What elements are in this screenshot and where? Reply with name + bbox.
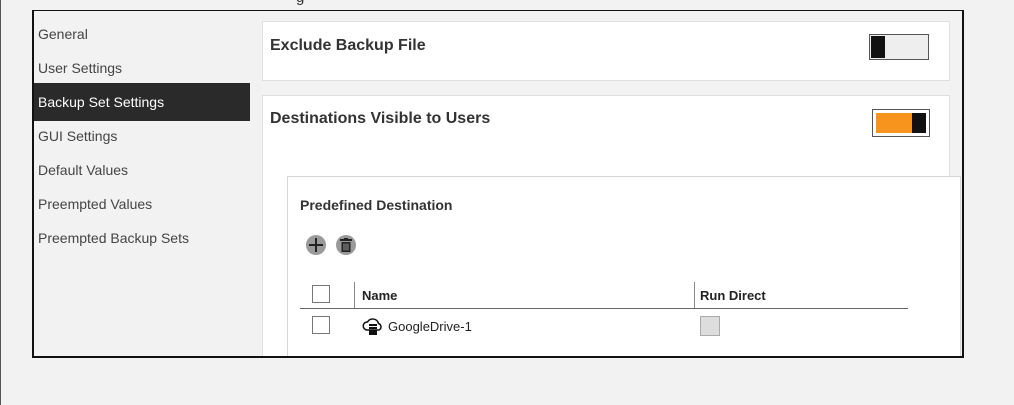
exclude-backup-file-title: Exclude Backup File (270, 37, 426, 54)
window-title-fragment: g (296, 0, 304, 6)
predefined-destination-box: Predefined Destination Name Run Direct G… (287, 176, 961, 356)
run-direct-checkbox[interactable] (700, 316, 720, 336)
destination-name: GoogleDrive-1 (388, 319, 472, 334)
column-separator (694, 282, 695, 308)
destinations-table-header: Name Run Direct (300, 282, 908, 309)
sidebar-item-backup-set-settings[interactable]: Backup Set Settings (34, 83, 250, 121)
column-header-run-direct[interactable]: Run Direct (700, 288, 766, 303)
sidebar-item-preempted-backup-sets[interactable]: Preempted Backup Sets (34, 219, 250, 257)
delete-destination-button[interactable] (336, 235, 356, 255)
trash-icon (340, 238, 352, 252)
destinations-title: Destinations Visible to Users (270, 110, 491, 127)
select-all-checkbox[interactable] (312, 285, 330, 303)
sidebar-item-default-values[interactable]: Default Values (34, 151, 250, 189)
add-destination-button[interactable] (306, 235, 326, 255)
toggle-knob (871, 36, 885, 58)
exclude-backup-file-card: Exclude Backup File (262, 21, 950, 81)
sidebar-item-gui-settings[interactable]: GUI Settings (34, 117, 250, 155)
sidebar-item-user-settings[interactable]: User Settings (34, 49, 250, 87)
exclude-backup-file-toggle[interactable] (869, 34, 929, 60)
column-header-name[interactable]: Name (362, 288, 397, 303)
cloud-server-icon (362, 318, 382, 335)
destinations-card: Destinations Visible to Users Predefined… (262, 95, 961, 356)
column-separator (354, 282, 355, 308)
sidebar-item-general[interactable]: General (34, 15, 250, 53)
toggle-knob (912, 113, 926, 133)
predefined-destination-title: Predefined Destination (300, 197, 453, 213)
table-row[interactable]: GoogleDrive-1 (300, 313, 908, 339)
window-left-edge (0, 0, 1, 405)
plus-icon (309, 238, 323, 252)
destinations-toggle[interactable] (872, 109, 930, 137)
sidebar-item-preempted-values[interactable]: Preempted Values (34, 185, 250, 223)
settings-sidebar: General User Settings Backup Set Setting… (34, 11, 250, 356)
row-checkbox[interactable] (312, 316, 330, 334)
settings-main: Exclude Backup File Destinations Visible… (250, 11, 962, 356)
